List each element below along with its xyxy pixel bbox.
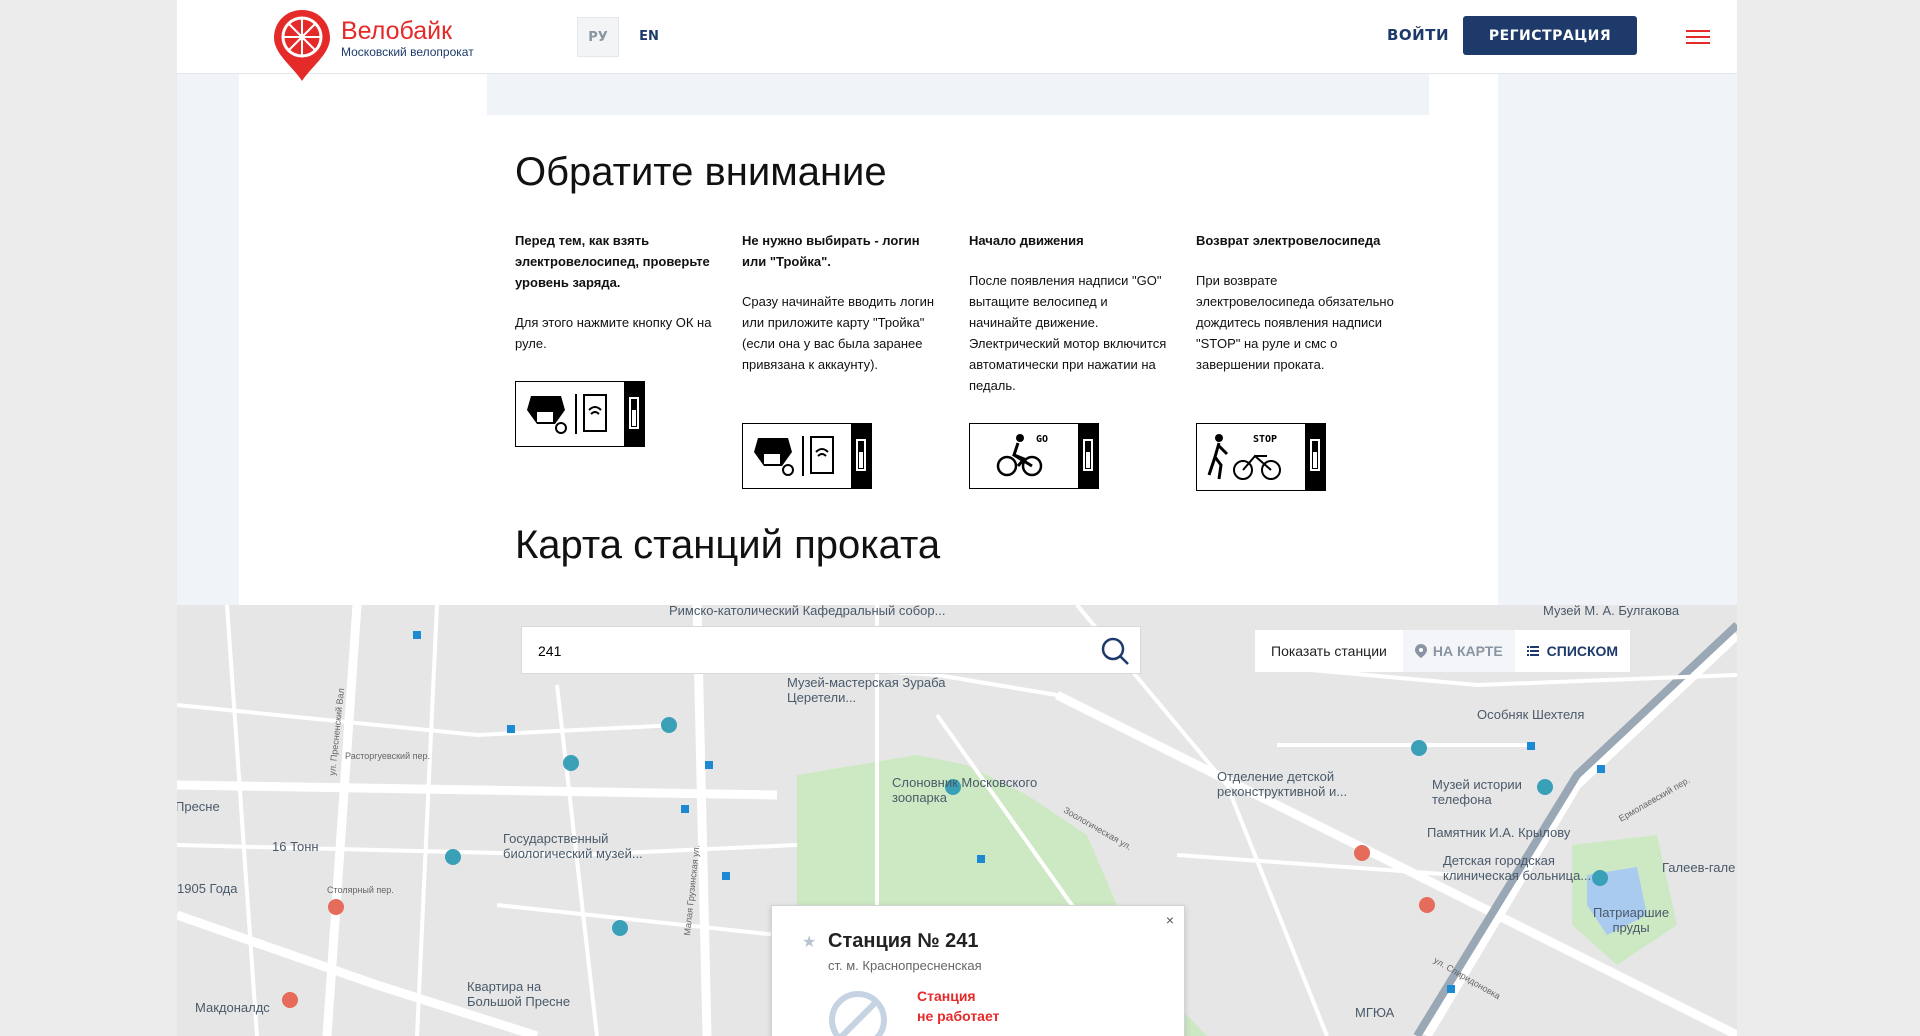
- map-label[interactable]: МГЮА: [1355, 1005, 1394, 1020]
- handlebar-display-icon: [527, 394, 607, 434]
- attention-column-1: Перед тем, как взять электровелосипед, п…: [515, 230, 715, 373]
- close-icon[interactable]: ×: [1166, 912, 1174, 928]
- map-label[interactable]: Макдоналдс: [195, 1000, 270, 1015]
- map-label[interactable]: Римско-католический Кафедральный собор..…: [669, 605, 945, 618]
- content-strip: [487, 73, 1429, 115]
- map-label[interactable]: Музей истории телефона: [1432, 777, 1542, 807]
- map-label[interactable]: Детская городская клиническая больница..…: [1443, 853, 1613, 883]
- header: Велобайк Московский велопрокат РУ EN ВОЙ…: [177, 0, 1737, 81]
- map-label[interactable]: Памятник И.А. Крылову: [1427, 825, 1570, 840]
- logo-title[interactable]: Велобайк: [341, 17, 452, 46]
- attention-column-3: Начало движения После появления надписи …: [969, 230, 1169, 415]
- show-stations-label: Показать станции: [1271, 643, 1387, 659]
- on-map-label: НА КАРТЕ: [1432, 643, 1503, 659]
- status-line-2: не работает: [917, 1008, 1000, 1024]
- list-label: СПИСКОМ: [1546, 643, 1619, 659]
- column-title: Не нужно выбирать - логин или "Тройка".: [742, 233, 920, 269]
- check-charge-pictogram: [515, 381, 645, 447]
- lang-ru-button[interactable]: РУ: [577, 17, 619, 57]
- map-label[interactable]: Музей-мастерская Зураба Церетели...: [787, 675, 967, 705]
- station-name: Станция № 241: [828, 930, 979, 952]
- map-label[interactable]: Пресне: [177, 799, 220, 814]
- map-label[interactable]: 16 Тонн: [272, 839, 319, 854]
- map-label[interactable]: Музей М. А. Булгакова: [1543, 605, 1679, 618]
- register-button[interactable]: РЕГИСТРАЦИЯ: [1463, 16, 1637, 55]
- station-status: Станция не работает: [917, 986, 999, 1026]
- battery-bar: [851, 424, 871, 488]
- map-label[interactable]: Патриаршие пруды: [1591, 905, 1671, 935]
- status-line-1: Станция: [917, 988, 976, 1004]
- battery-bar: [624, 382, 644, 446]
- column-title: Возврат электровелосипеда: [1196, 233, 1381, 248]
- map-label[interactable]: Особняк Шехтеля: [1477, 707, 1584, 722]
- login-card-pictogram: [742, 423, 872, 489]
- attention-title: Обратите внимание: [515, 150, 887, 194]
- go-pictogram: GO: [969, 423, 1099, 489]
- view-toggle: Показать станции НА КАРТЕ СПИСКОМ: [1255, 630, 1631, 672]
- go-text: GO: [1036, 434, 1048, 445]
- attention-column-4: Возврат электровелосипеда При возврате э…: [1196, 230, 1396, 394]
- search-input[interactable]: [522, 627, 1100, 675]
- walk-bike-icon: STOP: [1207, 434, 1281, 480]
- stop-pictogram: STOP: [1196, 423, 1326, 491]
- battery-bar: [1078, 424, 1098, 488]
- pin-icon: [1414, 644, 1427, 658]
- column-title: Начало движения: [969, 233, 1084, 248]
- stations-map[interactable]: Римско-католический Кафедральный собор..…: [177, 605, 1737, 1036]
- map-label[interactable]: Отделение детской реконструктивной и...: [1217, 769, 1387, 799]
- map-section-title: Карта станций проката: [515, 523, 941, 567]
- map-label[interactable]: Квартира на Большой Пресне: [467, 979, 597, 1009]
- column-text: При возврате электровелосипеда обязатель…: [1196, 273, 1394, 372]
- street-label: Столярный пер.: [327, 885, 394, 895]
- battery-bar: [1305, 424, 1325, 490]
- cyclist-icon: GO: [996, 434, 1048, 477]
- list-button[interactable]: СПИСКОМ: [1515, 630, 1630, 672]
- map-label[interactable]: 1905 Года: [177, 881, 237, 896]
- search-icon[interactable]: [1100, 636, 1130, 666]
- column-text: После появления надписи "GO" вытащите ве…: [969, 273, 1167, 393]
- list-icon: [1526, 646, 1539, 656]
- login-link[interactable]: ВОЙТИ: [1387, 26, 1449, 44]
- logo-subtitle: Московский велопрокат: [341, 45, 474, 59]
- content-card: Обратите внимание Перед тем, как взять э…: [239, 73, 1498, 606]
- column-text: Для этого нажмите кнопку ОК на руле.: [515, 315, 712, 351]
- favorite-star-icon[interactable]: ★: [802, 932, 816, 952]
- page: Велобайк Московский велопрокат РУ EN ВОЙ…: [177, 0, 1737, 1036]
- attention-column-2: Не нужно выбирать - логин или "Тройка". …: [742, 230, 942, 394]
- column-text: Сразу начинайте вводить логин или прилож…: [742, 294, 935, 372]
- hamburger-icon[interactable]: [1686, 30, 1710, 46]
- stop-text: STOP: [1253, 434, 1277, 445]
- street-label: Расторгуевский пер.: [345, 751, 430, 761]
- map-label[interactable]: Государственный биологический музей...: [503, 831, 653, 861]
- station-metro: ст. м. Краснопресненская: [828, 958, 982, 973]
- column-title: Перед тем, как взять электровелосипед, п…: [515, 233, 710, 290]
- map-label[interactable]: Слоновник Московского зоопарка: [892, 775, 1042, 805]
- lang-en-button[interactable]: EN: [629, 17, 669, 55]
- map-label[interactable]: Галеев-гале: [1662, 860, 1735, 875]
- on-map-button[interactable]: НА КАРТЕ: [1402, 630, 1515, 672]
- station-popup: × ★ Станция № 241 ст. м. Краснопресненск…: [771, 905, 1185, 1036]
- station-search[interactable]: [521, 626, 1141, 675]
- card-reader-icon: [754, 436, 834, 476]
- velobike-logo-icon[interactable]: [272, 8, 332, 83]
- station-disabled-icon: [829, 991, 887, 1036]
